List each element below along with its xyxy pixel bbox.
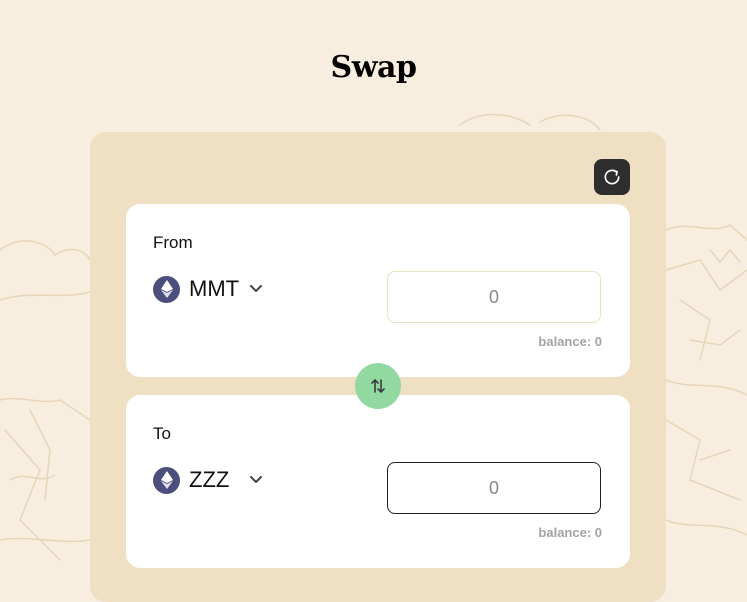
ethereum-icon [153, 466, 180, 494]
to-amount-input[interactable] [387, 462, 601, 514]
from-balance: balance: 0 [538, 334, 602, 349]
page-title: Swap [330, 50, 417, 85]
to-token-selector[interactable]: ZZZ [153, 466, 263, 494]
from-label: From [153, 233, 193, 252]
refresh-button[interactable] [594, 159, 630, 195]
from-token-name: MMT [189, 276, 240, 301]
to-label: To [153, 424, 171, 443]
from-card: From MMT balance: 0 [126, 204, 630, 377]
ethereum-icon [153, 275, 180, 303]
to-token-name: ZZZ [189, 467, 230, 492]
from-token-selector[interactable]: MMT [153, 275, 263, 303]
swap-panel: From MMT balance: 0 To [90, 132, 666, 602]
swap-arrows-icon [371, 379, 385, 393]
chevron-down-icon [249, 284, 263, 294]
refresh-icon [604, 169, 620, 185]
chevron-down-icon [249, 475, 263, 485]
from-amount-input[interactable] [387, 271, 601, 323]
switch-tokens-button[interactable] [355, 363, 401, 409]
to-balance: balance: 0 [538, 525, 602, 540]
to-card: To ZZZ balance: 0 [126, 395, 630, 568]
